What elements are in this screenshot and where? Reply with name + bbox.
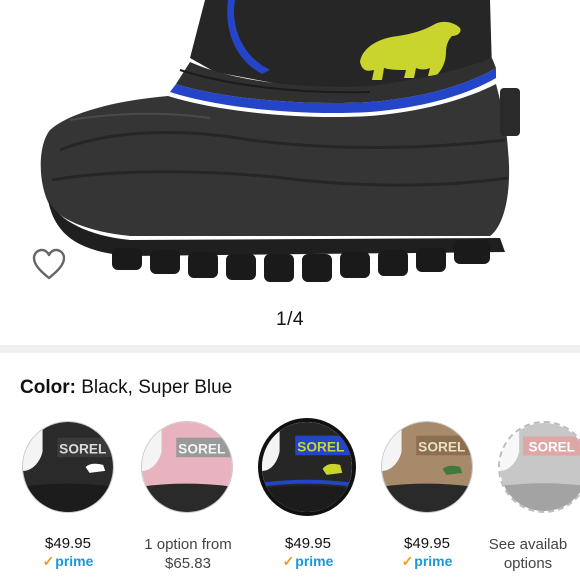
color-swatch-black[interactable]: SOREL [22, 421, 114, 513]
color-swatch-tan[interactable]: SOREL [381, 421, 473, 513]
color-selection-label: Color: Black, Super Blue [20, 377, 232, 399]
color-swatch-grey-red[interactable]: SOREL [498, 421, 580, 513]
color-swatch-black-super-blue[interactable]: SOREL [258, 418, 356, 516]
prime-check-icon: ✓ [42, 553, 55, 569]
boot-illustration [40, 0, 520, 282]
color-label: Color: [20, 377, 76, 398]
product-image[interactable]: 1/4 [0, 0, 580, 345]
swatch-brand-text: SOREL [418, 439, 465, 454]
swatch-brand-text: SOREL [178, 441, 225, 456]
section-divider [0, 345, 580, 353]
favorite-heart-icon[interactable] [31, 247, 67, 281]
swatch-boot-image: SOREL [262, 422, 352, 512]
swatch-boot-image: SOREL [382, 422, 472, 512]
swatch-brand-text: SOREL [59, 441, 106, 456]
prime-check-icon: ✓ [401, 553, 414, 569]
prime-badge: ✓prime [401, 553, 453, 569]
swatch-brand-text: SOREL [297, 439, 344, 454]
swatch-brand-text: SOREL [529, 440, 575, 455]
swatch-options-text: See availab options [488, 536, 568, 572]
prime-badge: ✓prime [282, 553, 334, 569]
swatch-price: $49.95 [285, 535, 331, 552]
swatch-price: $49.95 [45, 535, 91, 552]
image-pager: 1/4 [276, 309, 304, 330]
swatch-boot-image: SOREL [500, 423, 580, 511]
prime-badge: ✓prime [42, 553, 94, 569]
swatch-options-text: 1 option from $65.83 [144, 536, 232, 572]
color-swatch-pink[interactable]: SOREL [141, 421, 233, 513]
swatch-boot-image: SOREL [23, 422, 113, 512]
swatch-boot-image: SOREL [142, 422, 232, 512]
prime-check-icon: ✓ [282, 553, 295, 569]
swatch-price: $49.95 [404, 535, 450, 552]
color-value: Black, Super Blue [81, 377, 233, 398]
